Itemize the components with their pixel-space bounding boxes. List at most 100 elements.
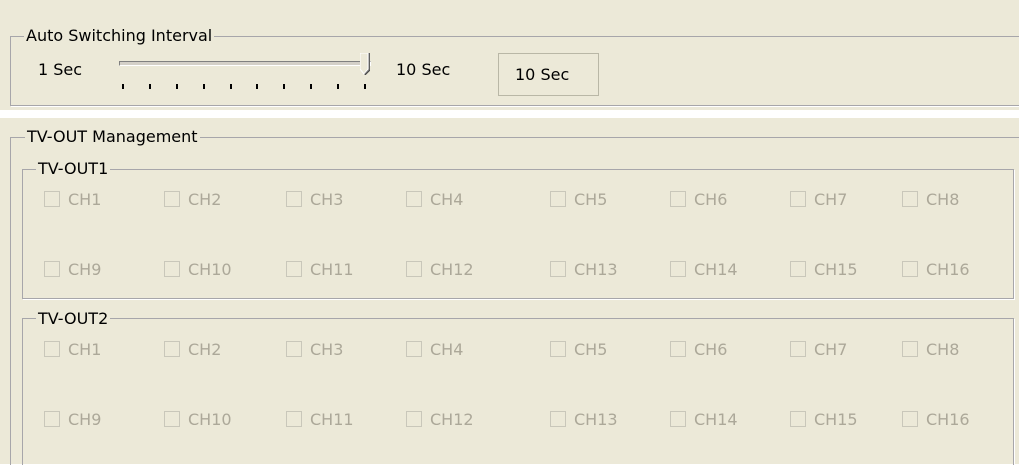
tv-out2-checkbox-ch8[interactable]: CH8 (902, 340, 1002, 362)
tv-out-title: TV-OUT Management (25, 127, 200, 146)
checkbox-box[interactable] (406, 411, 422, 427)
checkbox-box[interactable] (164, 191, 180, 207)
checkbox-box[interactable] (790, 261, 806, 277)
checkbox-box[interactable] (670, 191, 686, 207)
tv-out1-checkbox-ch16[interactable]: CH16 (902, 260, 1002, 282)
tv-out2-title: TV-OUT2 (36, 309, 111, 328)
checkbox-box[interactable] (44, 261, 60, 277)
checkbox-box[interactable] (286, 261, 302, 277)
tv-out2-checkbox-ch4[interactable]: CH4 (406, 340, 506, 362)
interval-slider-thumb[interactable] (360, 53, 370, 75)
checkbox-label: CH9 (68, 260, 102, 279)
checkbox-label: CH13 (574, 260, 618, 279)
checkbox-label: CH11 (310, 260, 354, 279)
tv-out2-checkbox-ch14[interactable]: CH14 (670, 410, 770, 432)
tv-out1-checkbox-ch15[interactable]: CH15 (790, 260, 890, 282)
tv-out2-checkbox-ch11[interactable]: CH11 (286, 410, 386, 432)
checkbox-label: CH13 (574, 410, 618, 429)
checkbox-box[interactable] (550, 341, 566, 357)
tv-out-panel: TV-OUT Management TV-OUT1 TV-OUT2 CH1 CH2… (0, 118, 1019, 465)
checkbox-label: CH15 (814, 260, 858, 279)
tv-out2-checkbox-ch2[interactable]: CH2 (164, 340, 264, 362)
checkbox-box[interactable] (286, 411, 302, 427)
tv-out1-title: TV-OUT1 (36, 159, 111, 178)
tv-out2-checkbox-ch5[interactable]: CH5 (550, 340, 650, 362)
checkbox-box[interactable] (164, 341, 180, 357)
slider-tick (364, 84, 366, 89)
checkbox-box[interactable] (286, 191, 302, 207)
checkbox-label: CH4 (430, 340, 464, 359)
tv-out1-checkbox-ch7[interactable]: CH7 (790, 190, 890, 212)
tv-out2-checkbox-ch15[interactable]: CH15 (790, 410, 890, 432)
tv-out2-checkbox-ch3[interactable]: CH3 (286, 340, 386, 362)
tv-out1-checkbox-ch4[interactable]: CH4 (406, 190, 506, 212)
tv-out1-checkbox-ch1[interactable]: CH1 (44, 190, 144, 212)
checkbox-box[interactable] (44, 341, 60, 357)
tv-out1-checkbox-ch6[interactable]: CH6 (670, 190, 770, 212)
tv-out2-checkbox-ch10[interactable]: CH10 (164, 410, 264, 432)
checkbox-box[interactable] (670, 261, 686, 277)
checkbox-box[interactable] (406, 261, 422, 277)
checkbox-label: CH10 (188, 410, 232, 429)
checkbox-box[interactable] (550, 261, 566, 277)
tv-out2-checkbox-ch16[interactable]: CH16 (902, 410, 1002, 432)
checkbox-box[interactable] (406, 191, 422, 207)
checkbox-label: CH2 (188, 190, 222, 209)
tv-out2-checkbox-ch13[interactable]: CH13 (550, 410, 650, 432)
checkbox-box[interactable] (902, 191, 918, 207)
checkbox-label: CH16 (926, 410, 970, 429)
slider-max-label: 10 Sec (396, 60, 451, 79)
slider-tick (122, 84, 124, 89)
tv-out1-checkbox-ch9[interactable]: CH9 (44, 260, 144, 282)
tv-out2-checkbox-ch9[interactable]: CH9 (44, 410, 144, 432)
checkbox-label: CH6 (694, 190, 728, 209)
checkbox-label: CH8 (926, 340, 960, 359)
interval-value-display: 10 Sec (498, 53, 599, 96)
tv-out1-checkbox-ch14[interactable]: CH14 (670, 260, 770, 282)
checkbox-box[interactable] (164, 411, 180, 427)
checkbox-box[interactable] (902, 341, 918, 357)
checkbox-label: CH4 (430, 190, 464, 209)
tv-out2-checkbox-ch6[interactable]: CH6 (670, 340, 770, 362)
slider-min-label: 1 Sec (38, 60, 83, 79)
checkbox-label: CH12 (430, 410, 474, 429)
checkbox-box[interactable] (902, 411, 918, 427)
checkbox-box[interactable] (902, 261, 918, 277)
slider-tick (148, 84, 151, 89)
checkbox-label: CH8 (926, 190, 960, 209)
checkbox-label: CH5 (574, 190, 608, 209)
checkbox-label: CH1 (68, 190, 102, 209)
tv-out2-checkbox-ch12[interactable]: CH12 (406, 410, 506, 432)
auto-switching-title: Auto Switching Interval (24, 26, 215, 45)
checkbox-label: CH16 (926, 260, 970, 279)
checkbox-box[interactable] (44, 411, 60, 427)
tv-out2-checkbox-ch7[interactable]: CH7 (790, 340, 890, 362)
interval-slider-track[interactable] (119, 61, 371, 66)
slider-tick (175, 84, 178, 89)
tv-out1-checkbox-ch8[interactable]: CH8 (902, 190, 1002, 212)
tv-out1-checkbox-ch13[interactable]: CH13 (550, 260, 650, 282)
checkbox-label: CH7 (814, 190, 848, 209)
checkbox-box[interactable] (406, 341, 422, 357)
checkbox-box[interactable] (670, 411, 686, 427)
checkbox-box[interactable] (790, 341, 806, 357)
tv-out1-checkbox-ch10[interactable]: CH10 (164, 260, 264, 282)
checkbox-box[interactable] (286, 341, 302, 357)
checkbox-box[interactable] (550, 191, 566, 207)
tv-out1-checkbox-ch2[interactable]: CH2 (164, 190, 264, 212)
checkbox-box[interactable] (44, 191, 60, 207)
tv-out2-checkbox-ch1[interactable]: CH1 (44, 340, 144, 362)
tv-out1-checkbox-ch5[interactable]: CH5 (550, 190, 650, 212)
checkbox-label: CH3 (310, 190, 344, 209)
checkbox-label: CH10 (188, 260, 232, 279)
checkbox-box[interactable] (790, 411, 806, 427)
slider-tick (256, 84, 259, 89)
tv-out1-checkbox-ch12[interactable]: CH12 (406, 260, 506, 282)
checkbox-box[interactable] (164, 261, 180, 277)
tv-out1-checkbox-ch3[interactable]: CH3 (286, 190, 386, 212)
checkbox-label: CH2 (188, 340, 222, 359)
tv-out1-checkbox-ch11[interactable]: CH11 (286, 260, 386, 282)
checkbox-box[interactable] (670, 341, 686, 357)
checkbox-box[interactable] (550, 411, 566, 427)
checkbox-box[interactable] (790, 191, 806, 207)
